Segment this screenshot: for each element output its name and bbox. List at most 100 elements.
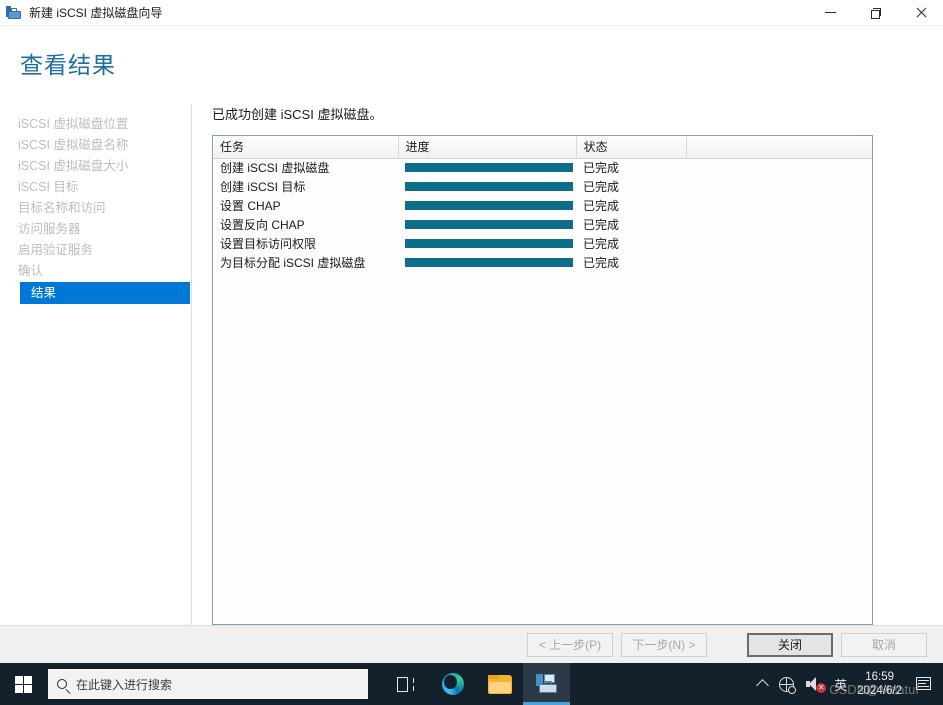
- wizard-content: 已成功创建 iSCSI 虚拟磁盘。 任务 进度 状态 创建 iSCSI 虚拟磁盘…: [192, 104, 943, 625]
- close-icon: [915, 7, 926, 18]
- table-row[interactable]: 设置目标访问权限 已完成: [213, 234, 872, 253]
- sidebar-item-iscsi-target[interactable]: iSCSI 目标: [0, 177, 191, 198]
- ime-label: 英: [834, 677, 848, 693]
- progress-bar: [405, 239, 573, 248]
- cell-status: 已完成: [583, 199, 620, 213]
- task-view-icon: [397, 676, 414, 692]
- window-controls: [808, 0, 943, 26]
- results-table-container: 任务 进度 状态 创建 iSCSI 虚拟磁盘 已完成 创建 iSCSI 目标 已…: [212, 135, 873, 625]
- sidebar-item-confirmation[interactable]: 确认: [0, 261, 191, 282]
- search-icon: [48, 679, 76, 689]
- sidebar-item-target-name-access[interactable]: 目标名称和访问: [0, 198, 191, 219]
- cell-progress: [398, 253, 576, 272]
- search-placeholder: 在此键入进行搜索: [76, 677, 173, 692]
- cell-blank: [686, 253, 872, 272]
- cell-status: 已完成: [583, 237, 620, 251]
- cell-progress: [398, 234, 576, 253]
- sidebar-item-vdisk-size[interactable]: iSCSI 虚拟磁盘大小: [0, 156, 191, 177]
- restore-icon: [871, 8, 881, 19]
- cell-status: 已完成: [583, 256, 620, 270]
- screen: 新建 iSCSI 虚拟磁盘向导 查看结果 iSCSI 虚拟磁盘位置 iSCSI …: [0, 0, 943, 705]
- taskbar: 在此键入进行搜索 ✕ 英 16:59 2024/6/2 CSDN@Meatuf: [0, 663, 943, 705]
- minimize-button[interactable]: [808, 0, 853, 26]
- wizard-footer: < 上一步(P) 下一步(N) > 关闭 取消: [0, 625, 943, 663]
- clock-date: 2024/6/2: [857, 685, 902, 697]
- cell-blank: [686, 158, 872, 177]
- search-input[interactable]: 在此键入进行搜索: [48, 669, 368, 699]
- restore-button[interactable]: [853, 0, 898, 26]
- table-row[interactable]: 设置 CHAP 已完成: [213, 196, 872, 215]
- wizard-step-nav: iSCSI 虚拟磁盘位置 iSCSI 虚拟磁盘名称 iSCSI 虚拟磁盘大小 i…: [0, 104, 192, 625]
- success-message: 已成功创建 iSCSI 虚拟磁盘。: [212, 107, 383, 122]
- progress-bar-fill: [405, 163, 573, 173]
- cell-task: 为目标分配 iSCSI 虚拟磁盘: [220, 256, 366, 270]
- cell-task: 设置 CHAP: [220, 199, 281, 213]
- file-explorer-button[interactable]: [476, 663, 523, 705]
- sidebar-item-access-servers[interactable]: 访问服务器: [0, 219, 191, 240]
- start-button[interactable]: [0, 663, 46, 705]
- edge-icon: [441, 673, 464, 695]
- previous-button[interactable]: < 上一步(P): [527, 632, 613, 657]
- clock[interactable]: 16:59 2024/6/2: [853, 670, 910, 699]
- cell-progress: [398, 196, 576, 215]
- cell-progress: [398, 177, 576, 196]
- column-header-blank[interactable]: [686, 136, 872, 159]
- cell-progress: [398, 158, 576, 177]
- column-header-progress[interactable]: 进度: [398, 136, 577, 159]
- clock-time: 16:59: [865, 670, 894, 683]
- progress-bar-fill: [405, 220, 573, 229]
- close-button[interactable]: 关闭: [747, 632, 833, 657]
- cell-task: 设置反向 CHAP: [220, 218, 305, 232]
- cell-blank: [686, 215, 872, 234]
- cancel-button[interactable]: 取消: [841, 632, 927, 657]
- sidebar-item-results[interactable]: 结果: [20, 282, 190, 304]
- progress-bar-fill: [405, 239, 573, 248]
- page-title: 查看结果: [20, 52, 116, 78]
- cell-blank: [686, 177, 872, 196]
- table-row[interactable]: 创建 iSCSI 目标 已完成: [213, 177, 872, 196]
- sidebar-item-vdisk-location[interactable]: iSCSI 虚拟磁盘位置: [0, 114, 191, 135]
- task-view-button[interactable]: [382, 663, 429, 705]
- column-header-status[interactable]: 状态: [576, 136, 687, 159]
- speaker-muted-icon: ✕: [806, 677, 827, 693]
- cell-status: 已完成: [583, 180, 620, 194]
- results-table: 任务 进度 状态 创建 iSCSI 虚拟磁盘 已完成 创建 iSCSI 目标 已…: [213, 136, 872, 272]
- show-hidden-icons-button[interactable]: [752, 663, 773, 705]
- results-table-body: 创建 iSCSI 虚拟磁盘 已完成 创建 iSCSI 目标 已完成 设置 CHA…: [213, 158, 872, 272]
- edge-button[interactable]: [429, 663, 476, 705]
- ime-indicator[interactable]: 英: [828, 663, 853, 705]
- cell-status: 已完成: [583, 218, 620, 232]
- table-row[interactable]: 设置反向 CHAP 已完成: [213, 215, 872, 234]
- taskbar-apps: [382, 663, 570, 705]
- progress-bar: [405, 201, 573, 210]
- server-manager-icon: [6, 5, 22, 21]
- title-bar: 新建 iSCSI 虚拟磁盘向导: [0, 0, 943, 26]
- volume-button[interactable]: ✕: [800, 663, 828, 705]
- progress-bar: [405, 182, 573, 191]
- progress-bar-fill: [405, 182, 573, 191]
- progress-bar: [405, 163, 573, 173]
- action-center-button[interactable]: [910, 663, 939, 705]
- column-header-task[interactable]: 任务: [213, 136, 399, 159]
- table-header-row: 任务 进度 状态: [213, 136, 872, 159]
- sidebar-item-vdisk-name[interactable]: iSCSI 虚拟磁盘名称: [0, 135, 191, 156]
- cell-blank: [686, 196, 872, 215]
- cell-progress: [398, 215, 576, 234]
- next-button[interactable]: 下一步(N) >: [621, 632, 707, 657]
- cell-status: 已完成: [583, 161, 620, 176]
- table-row[interactable]: 为目标分配 iSCSI 虚拟磁盘 已完成: [213, 253, 872, 272]
- progress-bar: [405, 258, 573, 267]
- cell-task: 创建 iSCSI 目标: [220, 180, 306, 194]
- minimize-icon: [825, 12, 836, 13]
- server-manager-button[interactable]: [523, 663, 570, 705]
- close-window-button[interactable]: [898, 0, 943, 26]
- sidebar-item-enable-auth[interactable]: 启用验证服务: [0, 240, 191, 261]
- table-row[interactable]: 创建 iSCSI 虚拟磁盘 已完成: [213, 158, 872, 177]
- network-button[interactable]: [773, 663, 800, 705]
- progress-bar-fill: [405, 258, 573, 267]
- cell-blank: [686, 234, 872, 253]
- cell-task: 设置目标访问权限: [220, 237, 317, 251]
- globe-icon: [779, 676, 797, 694]
- window-title: 新建 iSCSI 虚拟磁盘向导: [29, 6, 163, 20]
- progress-bar-fill: [405, 201, 573, 210]
